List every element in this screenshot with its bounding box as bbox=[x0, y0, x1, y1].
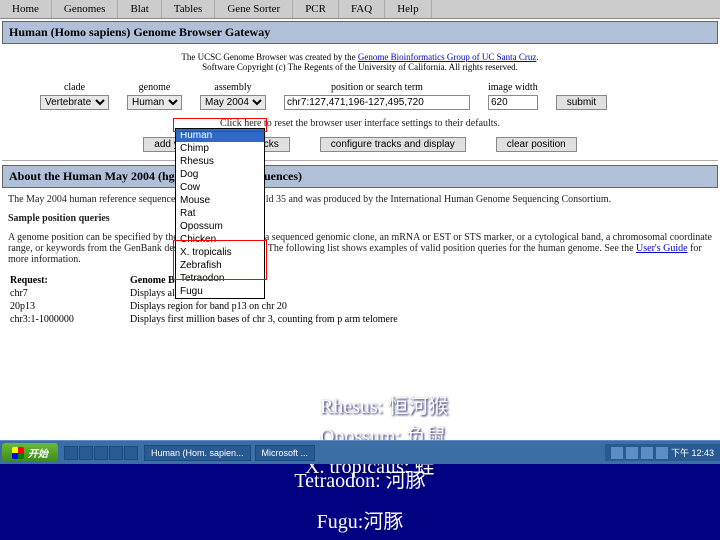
reset-hint[interactable]: Click here to reset the browser user int… bbox=[0, 114, 720, 133]
width-input[interactable] bbox=[488, 95, 538, 110]
button-row: add your own custom tracks configure tra… bbox=[0, 133, 720, 156]
credit-block: The UCSC Genome Browser was created by t… bbox=[0, 46, 720, 78]
genome-dropdown-list[interactable]: Human Chimp Rhesus Dog Cow Mouse Rat Opo… bbox=[175, 128, 265, 299]
gateway-title: Human (Homo sapiens) Genome Browser Gate… bbox=[9, 25, 270, 39]
width-label: image width bbox=[488, 82, 538, 93]
table-row: Displays first million bases of chr 3, c… bbox=[130, 314, 710, 325]
clade-label: clade bbox=[40, 82, 109, 93]
dropdown-option[interactable]: Zebrafish bbox=[176, 259, 264, 272]
credit-text: The UCSC Genome Browser was created by t… bbox=[181, 52, 357, 62]
dropdown-option[interactable]: Tetraodon bbox=[176, 272, 264, 285]
clade-select[interactable]: Vertebrate bbox=[40, 95, 109, 110]
annotation-tetraodon: Tetraodon: 河豚 bbox=[0, 458, 720, 499]
dropdown-option[interactable]: Rhesus bbox=[176, 155, 264, 168]
table-row: chr7 bbox=[10, 288, 110, 299]
dropdown-option[interactable]: Fugu bbox=[176, 285, 264, 298]
slide-annotations: Tetraodon: 河豚 Fugu:河豚 bbox=[0, 458, 720, 540]
position-input[interactable] bbox=[284, 95, 470, 110]
annotation-fugu: Fugu:河豚 bbox=[0, 499, 720, 540]
request-header: Request: bbox=[10, 275, 110, 286]
menubar: Home Genomes Blat Tables Gene Sorter PCR… bbox=[0, 0, 720, 19]
tray-icon[interactable] bbox=[611, 447, 623, 459]
menu-faq[interactable]: FAQ bbox=[339, 0, 385, 18]
assembly-label: assembly bbox=[200, 82, 266, 93]
menu-genomes[interactable]: Genomes bbox=[52, 0, 119, 18]
dropdown-option[interactable]: Chimp bbox=[176, 142, 264, 155]
menu-help[interactable]: Help bbox=[385, 0, 431, 18]
clear-position-button[interactable]: clear position bbox=[496, 137, 577, 152]
assembly-select[interactable]: May 2004 bbox=[200, 95, 266, 110]
tray-icon[interactable] bbox=[626, 447, 638, 459]
menu-home[interactable]: Home bbox=[0, 0, 52, 18]
examples-table: Request: Genome Browser Response: chr7Di… bbox=[0, 269, 720, 331]
windows-icon bbox=[12, 447, 24, 459]
dropdown-option[interactable]: Human bbox=[176, 129, 264, 142]
dropdown-option[interactable]: Chicken bbox=[176, 233, 264, 246]
menu-blat[interactable]: Blat bbox=[118, 0, 161, 18]
configure-button[interactable]: configure tracks and display bbox=[320, 137, 466, 152]
genome-select[interactable]: Human bbox=[127, 95, 182, 110]
genome-label: genome bbox=[127, 82, 182, 93]
table-row: 20p13 bbox=[10, 301, 110, 312]
dropdown-option[interactable]: Opossum bbox=[176, 220, 264, 233]
position-label: position or search term bbox=[284, 82, 470, 93]
menu-tables[interactable]: Tables bbox=[162, 0, 216, 18]
annotation-rhesus: Rhesus: 恒河猴 bbox=[320, 390, 448, 419]
menu-gene-sorter[interactable]: Gene Sorter bbox=[215, 0, 293, 18]
about-header: About the Human May 2004 (hg17) assembly… bbox=[2, 165, 718, 188]
table-row: chr3:1-1000000 bbox=[10, 314, 110, 325]
dropdown-option[interactable]: Cow bbox=[176, 181, 264, 194]
tray-icon[interactable] bbox=[641, 447, 653, 459]
credit-link[interactable]: Genome Bioinformatics Group of UC Santa … bbox=[358, 52, 536, 62]
search-form: clade Vertebrate genome Human assembly May … bbox=[0, 78, 720, 114]
table-row: Displays region for band p13 on chr 20 bbox=[130, 301, 710, 312]
gateway-header: Human (Homo sapiens) Genome Browser Gate… bbox=[2, 21, 718, 44]
users-guide-link[interactable]: User's Guide bbox=[636, 243, 688, 254]
dropdown-option[interactable]: Rat bbox=[176, 207, 264, 220]
menu-pcr[interactable]: PCR bbox=[293, 0, 339, 18]
dropdown-option[interactable]: X. tropicalis bbox=[176, 246, 264, 259]
tray-icon[interactable] bbox=[656, 447, 668, 459]
dropdown-option[interactable]: Dog bbox=[176, 168, 264, 181]
copyright-text: Software Copyright (c) The Regents of th… bbox=[202, 62, 518, 72]
dropdown-option[interactable]: Mouse bbox=[176, 194, 264, 207]
about-text: The May 2004 human reference sequence is… bbox=[0, 190, 720, 269]
sample-queries-header: Sample position queries bbox=[8, 213, 712, 224]
submit-button[interactable]: submit bbox=[556, 95, 607, 110]
